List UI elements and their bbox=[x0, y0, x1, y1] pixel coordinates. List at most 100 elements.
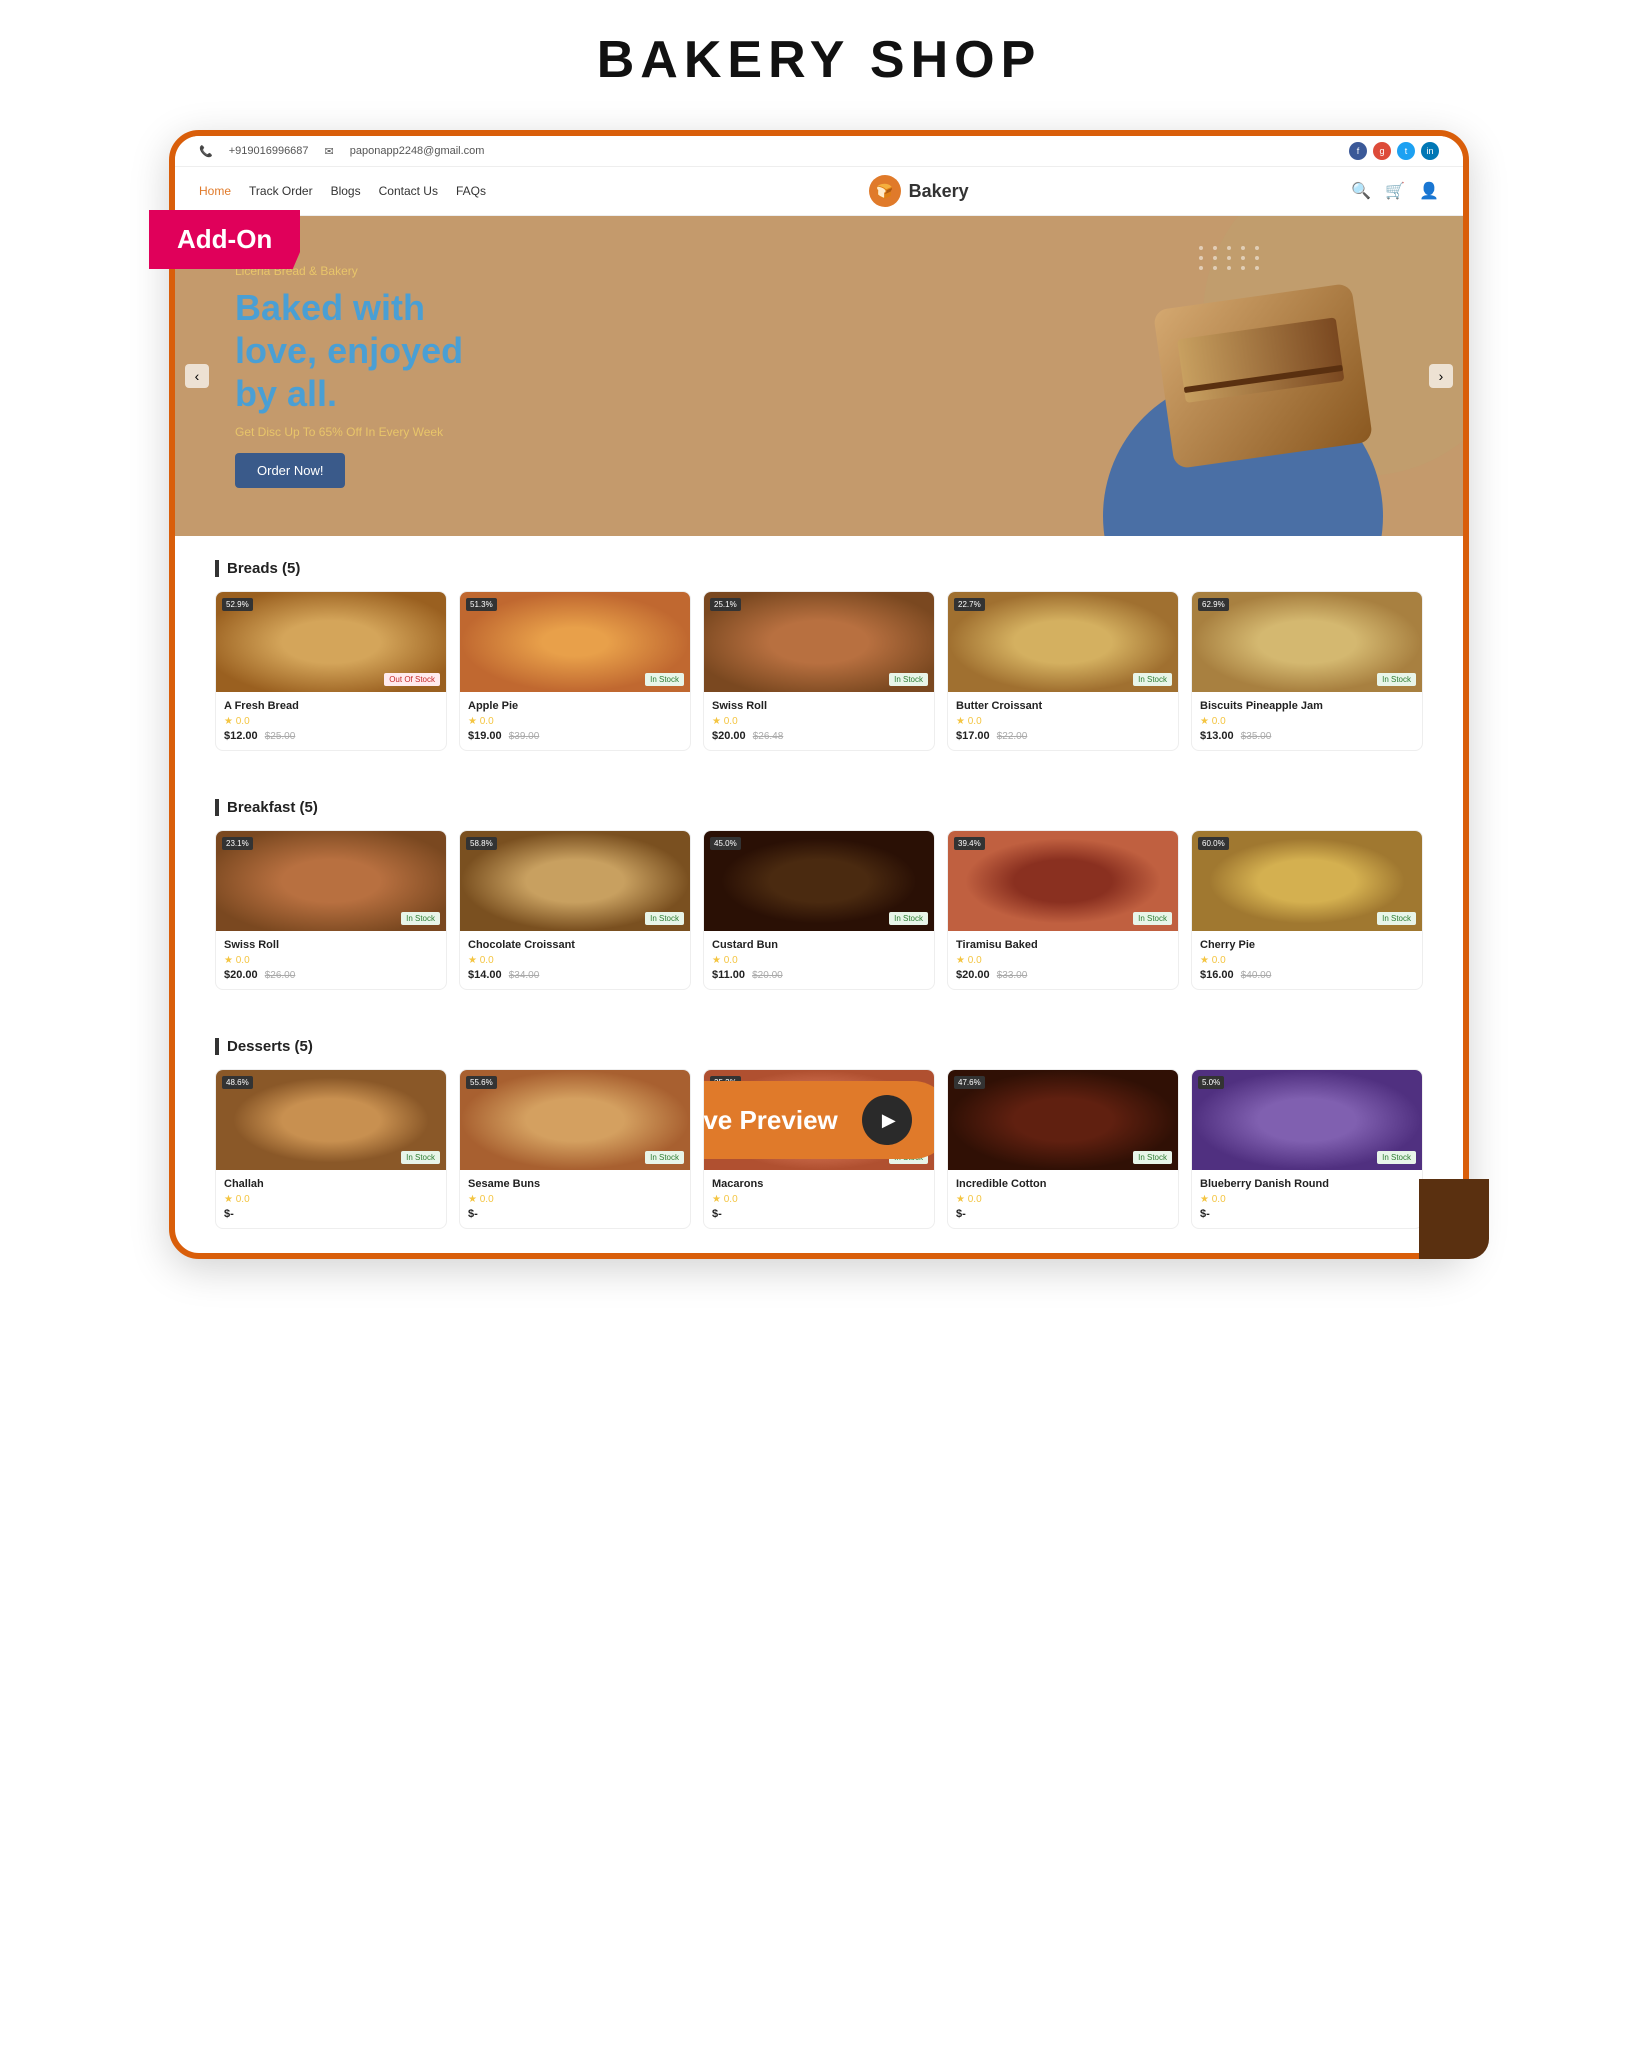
price-row: $20.00 $33.00 bbox=[956, 969, 1170, 981]
product-name: A Fresh Bread bbox=[224, 700, 438, 712]
product-image: 25.1% In Stock bbox=[704, 592, 934, 692]
search-icon[interactable]: 🔍 bbox=[1351, 181, 1371, 201]
product-info: Macarons ★ 0.0 $- bbox=[704, 1170, 934, 1228]
product-card[interactable]: 55.6% In Stock Sesame Buns ★ 0.0 $- bbox=[459, 1069, 691, 1229]
product-card[interactable]: 52.9% Out Of Stock A Fresh Bread ★ 0.0 $… bbox=[215, 591, 447, 751]
price-new: $- bbox=[712, 1208, 722, 1220]
discount-badge: 47.6% bbox=[954, 1076, 985, 1089]
stock-badge: In Stock bbox=[401, 912, 440, 925]
order-now-button[interactable]: Order Now! bbox=[235, 453, 345, 488]
product-card[interactable]: 25.1% In Stock Swiss Roll ★ 0.0 $20.00 $… bbox=[703, 591, 935, 751]
product-card[interactable]: 51.3% In Stock Apple Pie ★ 0.0 $19.00 $3… bbox=[459, 591, 691, 751]
nav-contact[interactable]: Contact Us bbox=[379, 184, 438, 198]
products-grid-1: 23.1% In Stock Swiss Roll ★ 0.0 $20.00 $… bbox=[215, 830, 1423, 990]
price-new: $12.00 bbox=[224, 730, 258, 742]
price-new: $14.00 bbox=[468, 969, 502, 981]
product-info: Swiss Roll ★ 0.0 $20.00 $26.48 bbox=[704, 692, 934, 750]
sections-container: Breads (5) 52.9% Out Of Stock A Fresh Br… bbox=[175, 536, 1463, 1253]
product-card[interactable]: 25.2% In Stock Live Preview ▶ Macarons ★… bbox=[703, 1069, 935, 1229]
twitter-icon[interactable]: t bbox=[1397, 142, 1415, 160]
linkedin-icon[interactable]: in bbox=[1421, 142, 1439, 160]
product-image: 55.6% In Stock bbox=[460, 1070, 690, 1170]
product-rating: ★ 0.0 bbox=[224, 1194, 438, 1205]
price-new: $20.00 bbox=[956, 969, 990, 981]
corner-decoration bbox=[1419, 1179, 1489, 1259]
product-rating: ★ 0.0 bbox=[956, 716, 1170, 727]
product-info: Custard Bun ★ 0.0 $11.00 $20.00 bbox=[704, 931, 934, 989]
facebook-icon[interactable]: f bbox=[1349, 142, 1367, 160]
price-row: $11.00 $20.00 bbox=[712, 969, 926, 981]
product-image: 5.0% In Stock bbox=[1192, 1070, 1422, 1170]
hero-section: Liceria Bread & Bakery Baked with love, … bbox=[175, 216, 1463, 536]
device-frame: 📞 +919016996687 ✉ paponapp2248@gmail.com… bbox=[169, 130, 1469, 1259]
main-nav: Home Track Order Blogs Contact Us FAQs 🍞… bbox=[175, 167, 1463, 216]
product-rating: ★ 0.0 bbox=[1200, 955, 1414, 966]
product-info: Challah ★ 0.0 $- bbox=[216, 1170, 446, 1228]
discount-badge: 23.1% bbox=[222, 837, 253, 850]
discount-badge: 62.9% bbox=[1198, 598, 1229, 611]
product-card[interactable]: 39.4% In Stock Tiramisu Baked ★ 0.0 $20.… bbox=[947, 830, 1179, 990]
product-image: 39.4% In Stock bbox=[948, 831, 1178, 931]
price-old: $40.00 bbox=[1241, 970, 1272, 981]
user-icon[interactable]: 👤 bbox=[1419, 181, 1439, 201]
product-rating: ★ 0.0 bbox=[468, 955, 682, 966]
products-grid-2: 48.6% In Stock Challah ★ 0.0 $- 55.6% bbox=[215, 1069, 1423, 1229]
price-old: $35.00 bbox=[1241, 731, 1272, 742]
hero-arrow-right[interactable]: › bbox=[1429, 364, 1453, 388]
discount-badge: 5.0% bbox=[1198, 1076, 1224, 1089]
product-rating: ★ 0.0 bbox=[956, 955, 1170, 966]
product-name: Incredible Cotton bbox=[956, 1178, 1170, 1190]
discount-badge: 51.3% bbox=[466, 598, 497, 611]
price-row: $- bbox=[956, 1208, 1170, 1220]
discount-badge: 39.4% bbox=[954, 837, 985, 850]
discount-badge: 52.9% bbox=[222, 598, 253, 611]
product-card[interactable]: 5.0% In Stock Blueberry Danish Round ★ 0… bbox=[1191, 1069, 1423, 1229]
product-card[interactable]: 62.9% In Stock Biscuits Pineapple Jam ★ … bbox=[1191, 591, 1423, 751]
nav-faqs[interactable]: FAQs bbox=[456, 184, 486, 198]
price-old: $33.00 bbox=[997, 970, 1028, 981]
product-card[interactable]: 47.6% In Stock Incredible Cotton ★ 0.0 $… bbox=[947, 1069, 1179, 1229]
product-card[interactable]: 22.7% In Stock Butter Croissant ★ 0.0 $1… bbox=[947, 591, 1179, 751]
phone-number: +919016996687 bbox=[229, 145, 309, 157]
stock-badge: In Stock bbox=[1377, 912, 1416, 925]
product-card[interactable]: 23.1% In Stock Swiss Roll ★ 0.0 $20.00 $… bbox=[215, 830, 447, 990]
price-new: $17.00 bbox=[956, 730, 990, 742]
price-row: $13.00 $35.00 bbox=[1200, 730, 1414, 742]
hero-arrow-left[interactable]: ‹ bbox=[185, 364, 209, 388]
section-title-2: Desserts (5) bbox=[215, 1038, 1423, 1055]
section-1: Breakfast (5) 23.1% In Stock Swiss Roll … bbox=[175, 775, 1463, 1014]
price-row: $16.00 $40.00 bbox=[1200, 969, 1414, 981]
product-rating: ★ 0.0 bbox=[1200, 1194, 1414, 1205]
discount-badge: 60.0% bbox=[1198, 837, 1229, 850]
nav-home[interactable]: Home bbox=[199, 184, 231, 198]
product-name: Sesame Buns bbox=[468, 1178, 682, 1190]
product-card[interactable]: 60.0% In Stock Cherry Pie ★ 0.0 $16.00 $… bbox=[1191, 830, 1423, 990]
live-preview-button[interactable]: Live Preview ▶ bbox=[703, 1081, 935, 1159]
price-row: $20.00 $26.48 bbox=[712, 730, 926, 742]
product-info: Tiramisu Baked ★ 0.0 $20.00 $33.00 bbox=[948, 931, 1178, 989]
product-info: A Fresh Bread ★ 0.0 $12.00 $25.00 bbox=[216, 692, 446, 750]
product-image: 62.9% In Stock bbox=[1192, 592, 1422, 692]
nav-links: Home Track Order Blogs Contact Us FAQs bbox=[199, 184, 486, 198]
cart-icon[interactable]: 🛒 bbox=[1385, 181, 1405, 201]
hero-title: Baked with love, enjoyed by all. bbox=[235, 286, 463, 416]
product-image: 45.0% In Stock bbox=[704, 831, 934, 931]
nav-track-order[interactable]: Track Order bbox=[249, 184, 313, 198]
product-card[interactable]: 48.6% In Stock Challah ★ 0.0 $- bbox=[215, 1069, 447, 1229]
product-info: Incredible Cotton ★ 0.0 $- bbox=[948, 1170, 1178, 1228]
stock-badge: In Stock bbox=[645, 912, 684, 925]
product-rating: ★ 0.0 bbox=[224, 716, 438, 727]
price-new: $19.00 bbox=[468, 730, 502, 742]
nav-blogs[interactable]: Blogs bbox=[331, 184, 361, 198]
product-name: Biscuits Pineapple Jam bbox=[1200, 700, 1414, 712]
product-card[interactable]: 45.0% In Stock Custard Bun ★ 0.0 $11.00 … bbox=[703, 830, 935, 990]
product-card[interactable]: 58.8% In Stock Chocolate Croissant ★ 0.0… bbox=[459, 830, 691, 990]
live-preview-play-icon: ▶ bbox=[862, 1095, 912, 1145]
price-new: $- bbox=[1200, 1208, 1210, 1220]
stock-badge: In Stock bbox=[1133, 1151, 1172, 1164]
stock-badge: In Stock bbox=[1377, 1151, 1416, 1164]
page-title: BAKERY SHOP bbox=[597, 30, 1042, 90]
product-rating: ★ 0.0 bbox=[712, 1194, 926, 1205]
price-row: $20.00 $26.00 bbox=[224, 969, 438, 981]
google-icon[interactable]: g bbox=[1373, 142, 1391, 160]
